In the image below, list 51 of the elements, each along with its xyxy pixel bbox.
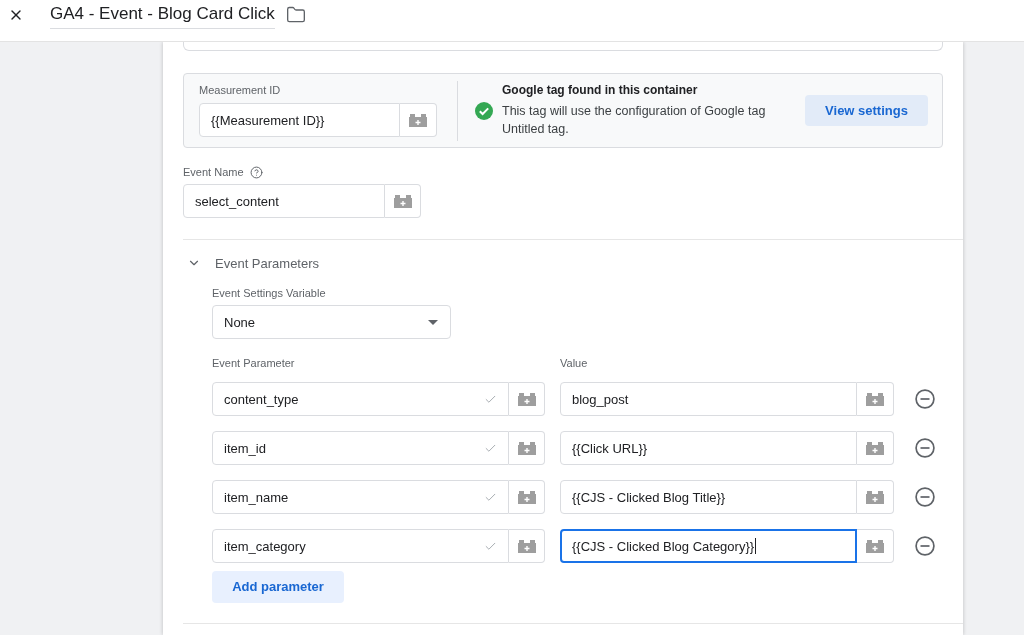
variable-button[interactable] [857,480,894,514]
variable-button[interactable] [857,529,894,563]
variable-button[interactable] [857,431,894,465]
caret-icon [428,319,438,325]
input-field[interactable]: {{CJS - Clicked Blog Category}} [560,529,857,563]
help-icon[interactable] [249,166,263,179]
brick-icon [516,539,537,553]
brick-icon [516,441,537,455]
text-cursor-icon [755,538,757,554]
input-field[interactable]: item_name [212,480,509,514]
brick-icon [516,490,537,504]
variable-button[interactable] [509,480,545,514]
field-label: Measurement ID [199,84,281,97]
input-field[interactable]: content_type [212,382,509,416]
view-settings-button[interactable]: View settings [805,95,928,126]
brick-icon [408,113,428,127]
variable-button[interactable] [385,184,421,218]
input-field[interactable]: {{CJS - Clicked Blog Title}} [560,480,857,514]
dropdown[interactable]: None [212,305,451,339]
brick-icon [865,441,885,455]
minus-circle-icon[interactable] [915,389,935,409]
brick-icon [865,490,885,504]
variable-button[interactable] [400,103,437,137]
input-field[interactable]: select_content [183,184,385,218]
add-parameter-button[interactable]: Add parameter [212,571,344,603]
input-field[interactable]: item_id [212,431,509,465]
variable-button[interactable] [857,382,894,416]
field-label: Event Name [183,166,244,179]
title-field[interactable]: GA4 - Event - Blog Card Click [50,4,275,29]
minus-circle-icon[interactable] [915,487,935,507]
input-field[interactable]: item_category [212,529,509,563]
input-field[interactable]: {{Measurement ID}} [199,103,400,137]
input-field[interactable]: {{Click URL}} [560,431,857,465]
variable-button[interactable] [509,529,545,563]
status-text: This tag will use the configuration of Google tag Untitled tag. [502,103,767,138]
minus-circle-icon[interactable] [915,536,935,556]
minus-circle-icon[interactable] [915,438,935,458]
brick-icon [392,194,413,208]
input-field[interactable]: blog_post [560,382,857,416]
check-circle-icon [475,102,493,120]
section-title[interactable]: Event Parameters [215,255,320,271]
field-label: Event Settings Variable [212,287,326,300]
column-header: Event Parameter [212,357,295,370]
brick-icon [865,539,885,553]
variable-button[interactable] [509,431,545,465]
folder-icon[interactable] [285,5,306,25]
brick-icon [865,392,885,406]
variable-button[interactable] [509,382,545,416]
brick-icon [516,392,537,406]
column-header: Value [560,357,588,370]
status-title: Google tag found in this container [502,83,698,97]
